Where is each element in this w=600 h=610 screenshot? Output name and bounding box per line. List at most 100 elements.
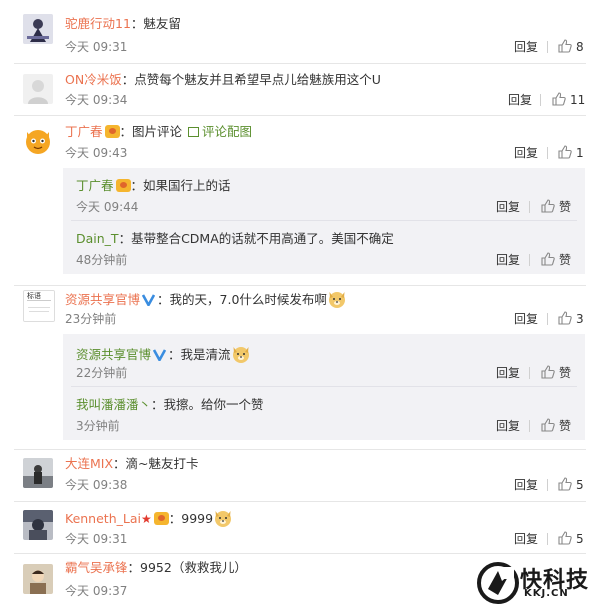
reply-time: 今天 09:44	[76, 200, 139, 214]
comment-1: 驼鹿行动11：魅友留 今天 09:31 回复 8	[0, 0, 600, 64]
like-button[interactable]: 赞	[541, 418, 571, 434]
like-button[interactable]: 赞	[541, 252, 571, 268]
like-count: 1	[576, 146, 584, 160]
commenter-name[interactable]: 资源共享官博	[65, 292, 140, 307]
member-badge-icon	[115, 179, 131, 192]
comment-time: 今天 09:37	[65, 584, 128, 598]
avatar[interactable]	[23, 564, 53, 594]
like-label: 赞	[559, 419, 572, 433]
commenter-name[interactable]: 霸气吴承锋	[65, 560, 128, 575]
comment-text: ：9952（救救我儿）	[127, 560, 247, 575]
separator	[71, 220, 577, 221]
divider	[529, 420, 530, 432]
comment-5: 大连MIX：滴~魅友打卡 今天 09:38 回复 5	[0, 450, 600, 502]
commenter-name[interactable]: 驼鹿行动11	[65, 16, 131, 31]
reply-time: 3分钟前	[76, 419, 120, 433]
avatar[interactable]	[23, 510, 53, 540]
thumbs-up-icon	[558, 477, 572, 491]
separator	[71, 386, 577, 387]
reply-button[interactable]: 回复	[514, 531, 538, 547]
watermark-subtitle: KKJ.CN	[524, 588, 569, 599]
avatar-text: 标语	[27, 292, 41, 300]
picture-icon	[188, 127, 200, 137]
comment-text: ：点赞每个魅友并且希望早点儿给魅族用这个U	[121, 72, 381, 87]
replier-name[interactable]: 我叫潘潘潘丶	[76, 397, 151, 412]
divider	[547, 479, 548, 491]
avatar[interactable]	[23, 74, 53, 104]
divider	[547, 533, 548, 545]
like-label: 赞	[559, 200, 572, 214]
like-button[interactable]: 11	[552, 92, 585, 108]
replier-name[interactable]: 资源共享官博	[76, 347, 151, 362]
like-button[interactable]: 赞	[541, 365, 571, 381]
comment-2: ON冷米饭：点赞每个魅友并且希望早点儿给魅族用这个U 今天 09:34 回复 1…	[0, 64, 600, 116]
like-button[interactable]: 3	[558, 311, 584, 327]
reply-time: 22分钟前	[76, 366, 128, 380]
reply-text: ：我是清流	[168, 347, 231, 362]
replier-name[interactable]: 丁广春	[76, 178, 114, 193]
reply-button[interactable]: 回复	[514, 39, 538, 55]
reply-button[interactable]: 回复	[496, 418, 520, 434]
reply-text: ：基带整合CDMA的话就不用高通了。美国不确定	[118, 231, 394, 246]
reply-button[interactable]: 回复	[514, 311, 538, 327]
like-button[interactable]: 赞	[541, 199, 571, 215]
divider	[529, 254, 530, 266]
commenter-name[interactable]: Kenneth_Lai	[65, 511, 141, 526]
kkj-watermark-logo: 快科技 KKJ.CN	[476, 560, 594, 606]
divider	[547, 41, 548, 53]
picture-comment-link[interactable]: 评论配图	[202, 124, 252, 139]
doge-emoji-icon	[232, 347, 249, 363]
like-count: 8	[576, 40, 584, 54]
commenter-name[interactable]: ON冷米饭	[65, 72, 122, 87]
reply-button[interactable]: 回复	[508, 92, 532, 108]
doge-emoji-icon	[328, 292, 345, 308]
reply-button[interactable]: 回复	[514, 145, 538, 161]
thumbs-up-icon	[541, 252, 555, 266]
like-count: 5	[576, 478, 584, 492]
reply-time: 48分钟前	[76, 253, 128, 267]
replier-name[interactable]: Dain_T	[76, 231, 119, 246]
comment-time: 今天 09:43	[65, 146, 128, 160]
thumbs-up-icon	[541, 365, 555, 379]
divider	[547, 313, 548, 325]
comment-text: ：9999	[168, 511, 214, 526]
reply-button[interactable]: 回复	[514, 477, 538, 493]
commenter-name[interactable]: 大连MIX	[65, 456, 113, 471]
thumbs-up-icon	[541, 418, 555, 432]
avatar[interactable]: 标语	[23, 290, 55, 322]
red-star-icon: ★	[140, 512, 152, 526]
thumbs-up-icon	[541, 199, 555, 213]
like-button[interactable]: 1	[558, 145, 584, 161]
like-count: 3	[576, 312, 584, 326]
reply-text: ：我擦。给你一个赞	[151, 397, 264, 412]
comment-6: Kenneth_Lai★ ：9999 今天 09:31 回复 5	[0, 502, 600, 554]
comment-text: ：滴~魅友打卡	[113, 456, 199, 471]
commenter-name[interactable]: 丁广春	[65, 124, 103, 139]
like-button[interactable]: 5	[558, 477, 584, 493]
avatar[interactable]	[23, 126, 53, 156]
comment-4: 标语 资源共享官博 ：我的天，7.0什么时候发布啊 23分钟前 回复 3 资源共享…	[0, 286, 600, 450]
kkj-logo-icon	[477, 562, 519, 604]
like-button[interactable]: 5	[558, 531, 584, 547]
like-label: 赞	[559, 253, 572, 267]
verified-v-icon	[142, 294, 156, 306]
avatar[interactable]	[23, 14, 53, 44]
comment-text: ：我的天，7.0什么时候发布啊	[157, 292, 327, 307]
reply-button[interactable]: 回复	[496, 365, 520, 381]
comment-time: 今天 09:31	[65, 532, 128, 546]
thumbs-up-icon	[558, 531, 572, 545]
avatar[interactable]	[23, 458, 53, 488]
comment-time: 23分钟前	[65, 312, 117, 326]
verified-v-icon	[153, 349, 167, 361]
comment-text: ：魅友留	[130, 16, 181, 31]
divider	[540, 94, 541, 106]
reply-button[interactable]: 回复	[496, 252, 520, 268]
thumbs-up-icon	[558, 145, 572, 159]
reply-button[interactable]: 回复	[496, 199, 520, 215]
comment-text: ：图片评论	[119, 124, 183, 139]
member-badge-icon	[104, 125, 120, 138]
like-button[interactable]: 8	[558, 39, 584, 55]
divider	[529, 201, 530, 213]
doge-emoji-icon	[215, 511, 232, 527]
like-count: 5	[576, 532, 584, 546]
